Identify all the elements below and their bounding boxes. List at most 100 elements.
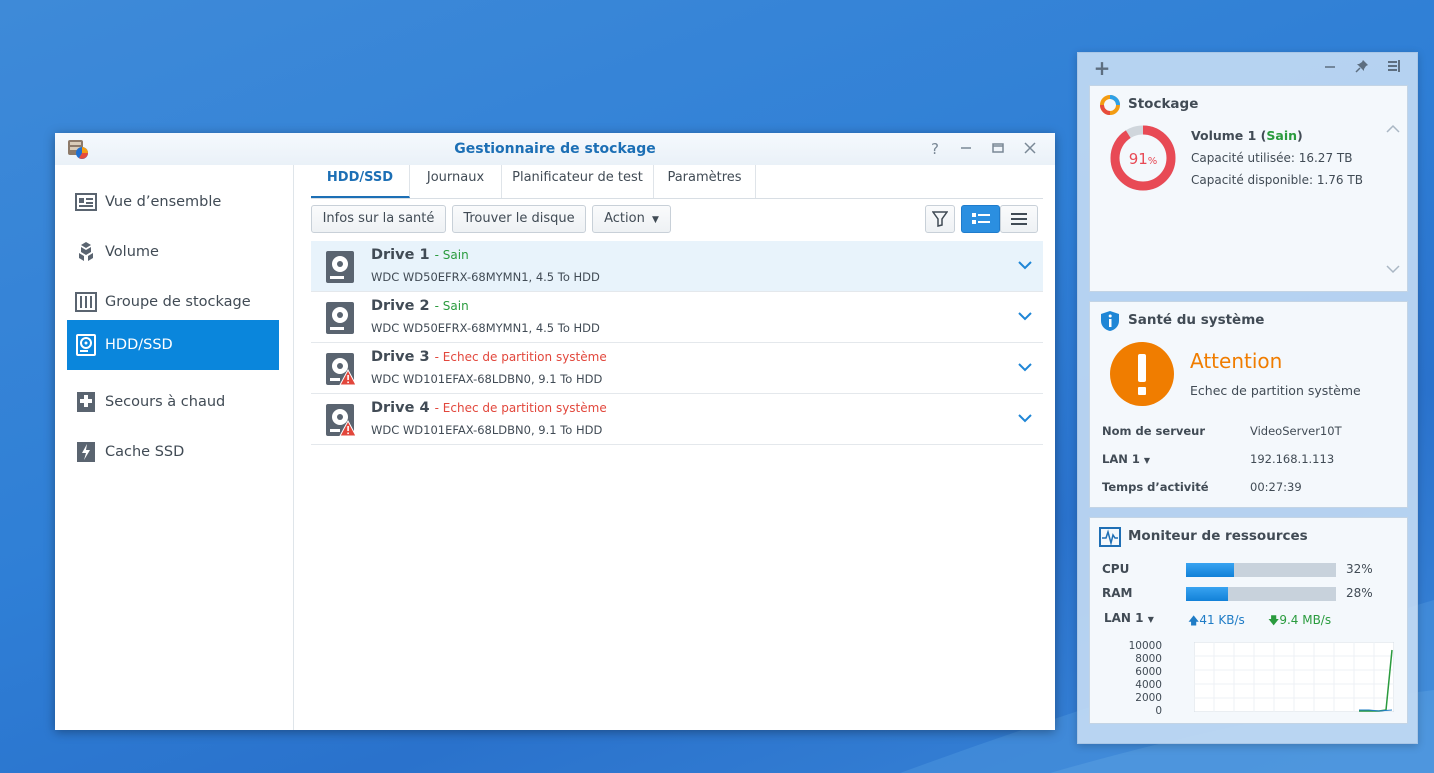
- caret-down-icon: ▼: [651, 215, 659, 225]
- sidebar-item-label: Groupe de stockage: [105, 294, 251, 310]
- caret-down-icon: ▼: [1147, 615, 1154, 624]
- storage-widget: Stockage 91% Volume 1 (Sain) Capacité ut…: [1089, 85, 1408, 292]
- maximize-icon: [992, 143, 1004, 153]
- lan-selector[interactable]: LAN 1 ▼: [1102, 452, 1150, 466]
- chart-tick: 10000: [1128, 640, 1162, 652]
- maximize-button[interactable]: [988, 139, 1008, 159]
- drive-name: Drive 2 - Sain: [371, 298, 469, 314]
- info-shield-icon: [1101, 311, 1119, 331]
- uptime-value: 00:27:39: [1250, 480, 1302, 494]
- health-status-text: Echec de partition système: [1190, 383, 1361, 398]
- tab-logs[interactable]: Journaux: [410, 165, 502, 198]
- action-label: Action: [604, 211, 645, 226]
- drive-model: WDC WD101EFAX-68LDBN0, 9.1 To HDD: [371, 372, 603, 386]
- drive-list: Drive 1 - Sain WDC WD50EFRX-68MYMN1, 4.5…: [311, 241, 1043, 445]
- sidebar-item-overview[interactable]: Vue d’ensemble: [67, 177, 279, 227]
- filter-button[interactable]: [925, 205, 955, 233]
- health-info-button[interactable]: Infos sur la santé: [311, 205, 446, 233]
- sidebar-item-label: Vue d’ensemble: [105, 194, 222, 210]
- tab-bar: HDD/SSD Journaux Planificateur de test P…: [311, 165, 1043, 199]
- volume-name: Volume 1 (Sain): [1191, 128, 1303, 143]
- volume-state: Sain: [1266, 128, 1298, 143]
- sidebar: Vue d’ensemble Volume Groupe de stockage…: [55, 165, 294, 730]
- lan-network-selector[interactable]: LAN 1 ▼: [1104, 611, 1154, 625]
- collapse-icon: [1388, 60, 1400, 72]
- drive-row-2[interactable]: Drive 2 - Sain WDC WD50EFRX-68MYMN1, 4.5…: [311, 292, 1043, 343]
- panel-minimize-button[interactable]: [1320, 58, 1340, 78]
- tab-hdd-ssd[interactable]: HDD/SSD: [311, 165, 410, 198]
- minimize-button[interactable]: [956, 139, 976, 159]
- filter-icon: [932, 211, 948, 227]
- chevron-down-icon[interactable]: [1017, 410, 1033, 426]
- ram-usage-fill: [1186, 587, 1228, 601]
- cpu-label: CPU: [1102, 562, 1130, 576]
- tab-test-scheduler[interactable]: Planificateur de test: [502, 165, 654, 198]
- drive-status: - Sain: [434, 299, 469, 313]
- find-disk-button[interactable]: Trouver le disque: [452, 205, 586, 233]
- help-button[interactable]: ?: [925, 139, 945, 159]
- cpu-usage-bar: [1186, 563, 1336, 577]
- tab-settings[interactable]: Paramètres: [654, 165, 756, 198]
- widget-panel: + Stockage 91% Volume 1 (Sain) Capacité …: [1077, 52, 1418, 744]
- storage-percent: 91%: [1128, 150, 1158, 168]
- window-title: Gestionnaire de stockage: [454, 141, 656, 157]
- sidebar-item-volume[interactable]: Volume: [67, 227, 279, 277]
- sidebar-item-label: Cache SSD: [105, 444, 185, 460]
- caret-down-icon: ▼: [1143, 456, 1151, 465]
- sidebar-item-hdd-ssd[interactable]: HDD/SSD: [67, 320, 279, 370]
- storage-manager-window: Gestionnaire de stockage ? Vue d’ensembl…: [55, 133, 1055, 730]
- panel-pin-button[interactable]: [1352, 58, 1372, 78]
- minimize-icon: [1325, 66, 1335, 68]
- drive-name: Drive 3 - Echec de partition système: [371, 349, 607, 365]
- drive-row-3[interactable]: Drive 3 - Echec de partition système WDC…: [311, 343, 1043, 394]
- drive-model: WDC WD50EFRX-68MYMN1, 4.5 To HDD: [371, 321, 600, 335]
- sidebar-item-label: HDD/SSD: [105, 337, 173, 353]
- sidebar-item-hot-spare[interactable]: Secours à chaud: [67, 377, 279, 427]
- action-dropdown-button[interactable]: Action ▼: [592, 205, 671, 233]
- resource-monitor-title: Moniteur de ressources: [1128, 528, 1308, 544]
- resource-monitor-icon: [1099, 527, 1121, 547]
- close-button[interactable]: [1020, 139, 1040, 159]
- drive-row-1[interactable]: Drive 1 - Sain WDC WD50EFRX-68MYMN1, 4.5…: [311, 241, 1043, 292]
- scroll-down-icon[interactable]: [1386, 264, 1400, 274]
- warning-exclamation-icon: [1110, 342, 1174, 406]
- cpu-usage-fill: [1186, 563, 1234, 577]
- free-capacity: Capacité disponible: 1.76 TB: [1191, 173, 1363, 187]
- chart-tick: 8000: [1135, 653, 1162, 665]
- window-titlebar[interactable]: Gestionnaire de stockage ?: [55, 133, 1055, 165]
- drive-status: - Echec de partition système: [434, 401, 607, 415]
- drive-name: Drive 1 - Sain: [371, 247, 469, 263]
- detail-view-button[interactable]: [961, 205, 1000, 233]
- cpu-value: 32%: [1346, 562, 1373, 576]
- panel-collapse-button[interactable]: [1384, 58, 1404, 78]
- drive-row-4[interactable]: Drive 4 - Echec de partition système WDC…: [311, 394, 1043, 445]
- chevron-down-icon[interactable]: [1017, 257, 1033, 273]
- ssd-cache-icon: [75, 441, 97, 463]
- drive-model: WDC WD50EFRX-68MYMN1, 4.5 To HDD: [371, 270, 600, 284]
- server-name-label: Nom de serveur: [1102, 424, 1206, 438]
- hot-spare-icon: [75, 391, 97, 413]
- storage-pool-icon: [75, 291, 97, 313]
- add-widget-button[interactable]: +: [1092, 58, 1112, 78]
- sidebar-item-ssd-cache[interactable]: Cache SSD: [67, 427, 279, 477]
- arrow-up-icon: 🡅: [1188, 614, 1200, 627]
- list-icon: [1011, 213, 1027, 225]
- hdd-warning-icon: [326, 404, 355, 437]
- ram-value: 28%: [1346, 586, 1373, 600]
- health-status-title: Attention: [1190, 349, 1283, 373]
- close-icon: [1024, 142, 1036, 154]
- chevron-down-icon[interactable]: [1017, 308, 1033, 324]
- minimize-icon: [961, 147, 971, 149]
- drive-name: Drive 4 - Echec de partition système: [371, 400, 607, 416]
- pin-icon: [1355, 60, 1368, 73]
- scroll-up-icon[interactable]: [1386, 124, 1400, 134]
- system-health-title: Santé du système: [1128, 312, 1265, 328]
- chevron-down-icon[interactable]: [1017, 359, 1033, 375]
- chart-tick: 0: [1155, 705, 1162, 717]
- list-view-button[interactable]: [1000, 205, 1038, 233]
- server-name-value: VideoServer10T: [1250, 424, 1342, 438]
- uptime-label: Temps d’activité: [1102, 480, 1209, 494]
- chart-tick: 4000: [1135, 679, 1162, 691]
- resource-monitor-widget: Moniteur de ressources CPU 32% RAM 28% L…: [1089, 517, 1408, 724]
- used-capacity: Capacité utilisée: 16.27 TB: [1191, 151, 1353, 165]
